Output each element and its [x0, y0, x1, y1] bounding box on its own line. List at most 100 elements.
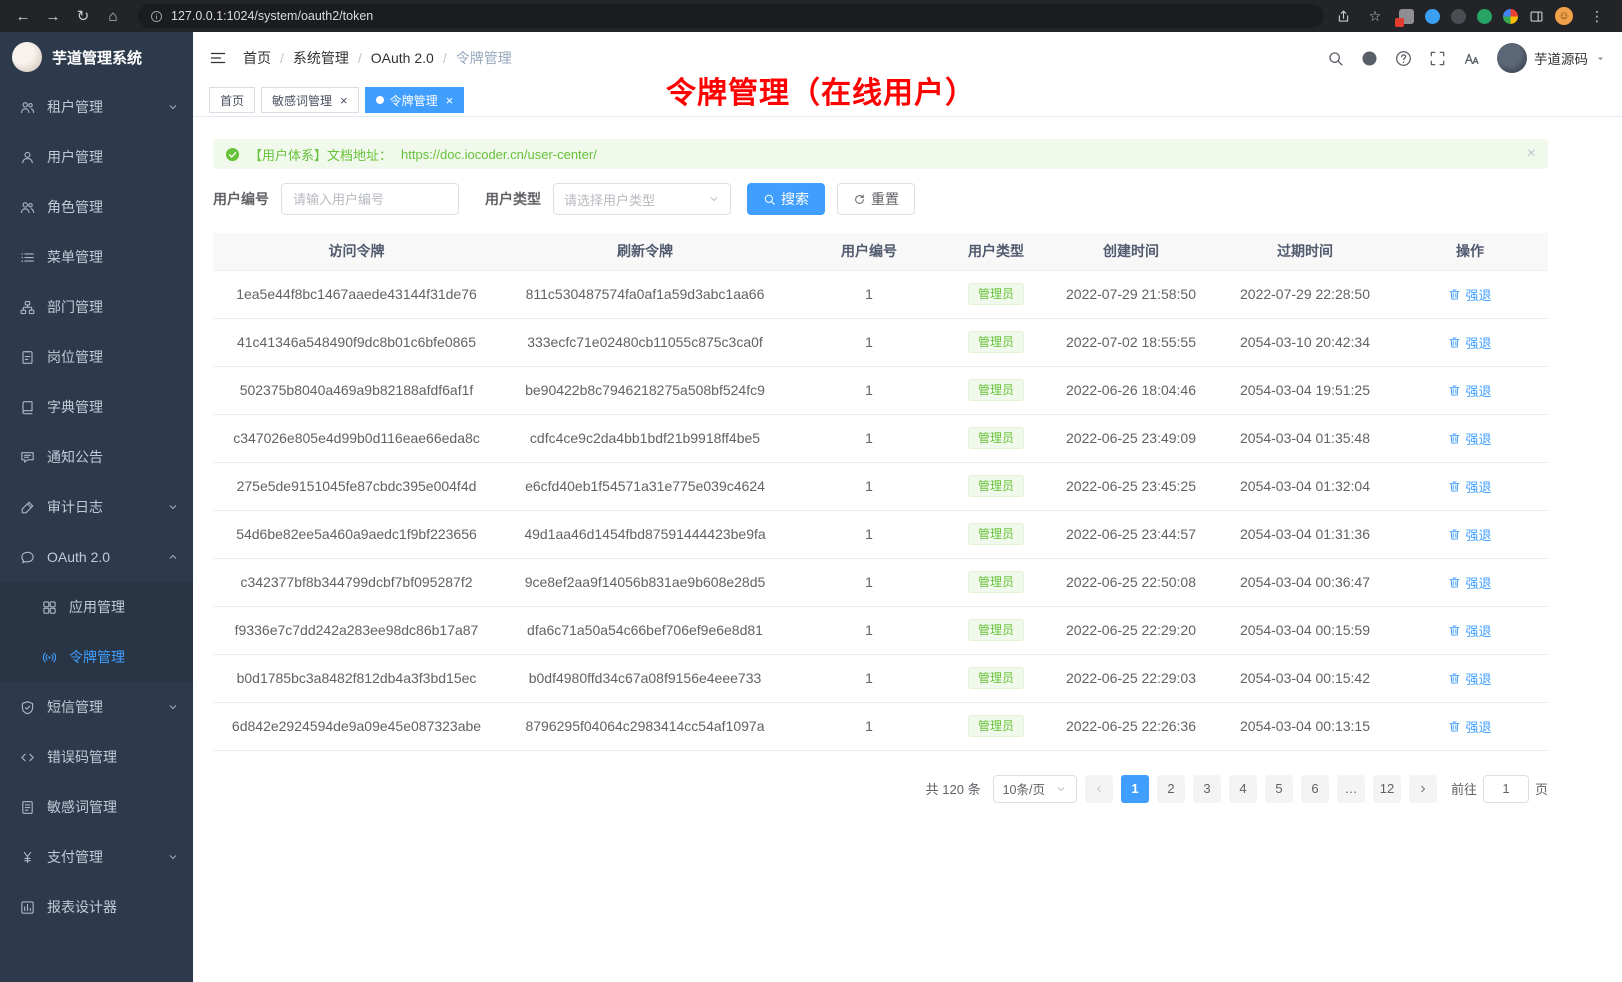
force-logout-button[interactable]: 强退	[1448, 381, 1491, 400]
sidebar-item-oauth-app[interactable]: 应用管理	[0, 582, 193, 632]
page-button-12[interactable]: 12	[1373, 775, 1401, 803]
prev-page-button[interactable]	[1085, 775, 1113, 803]
forward-button[interactable]: →	[40, 4, 66, 28]
sidebar-item-oauth[interactable]: OAuth 2.0	[0, 532, 193, 582]
user-type-select[interactable]: 请选择用户类型	[553, 183, 731, 215]
sidebar-item-label: 菜单管理	[47, 247, 103, 267]
page-button-3[interactable]: 3	[1193, 775, 1221, 803]
fullscreen-icon[interactable]	[1429, 50, 1446, 67]
search-icon[interactable]	[1327, 50, 1344, 67]
sidebar-item-label: 岗位管理	[47, 347, 103, 367]
force-logout-button[interactable]: 强退	[1448, 717, 1491, 736]
sidebar-item-notice[interactable]: 通知公告	[0, 432, 193, 482]
share-icon[interactable]	[1336, 9, 1351, 24]
reset-button[interactable]: 重置	[837, 183, 915, 215]
sidebar-item-role[interactable]: 角色管理	[0, 182, 193, 232]
page-size-select[interactable]: 10条/页	[993, 775, 1077, 803]
user-type-cell: 管理员	[948, 606, 1044, 654]
breadcrumb-item[interactable]: 系统管理	[293, 48, 349, 68]
sidebar-item-audit[interactable]: 审计日志	[0, 482, 193, 532]
sidebar-item-oauth-token[interactable]: 令牌管理	[0, 632, 193, 682]
chevron-left-icon	[1093, 783, 1105, 795]
search-icon	[763, 193, 776, 206]
column-header: 用户编号	[790, 233, 948, 270]
sidebar-item-sms[interactable]: 短信管理	[0, 682, 193, 732]
force-logout-button[interactable]: 强退	[1448, 525, 1491, 544]
sidebar-item-sensitive[interactable]: 敏感词管理	[0, 782, 193, 832]
sidebar-item-user[interactable]: 用户管理	[0, 132, 193, 182]
back-button[interactable]: ←	[10, 4, 36, 28]
user-id-cell: 1	[790, 558, 948, 606]
sidebar-item-pay[interactable]: 支付管理	[0, 832, 193, 882]
sidebar-item-dict[interactable]: 字典管理	[0, 382, 193, 432]
github-icon[interactable]	[1361, 50, 1378, 67]
app-logo[interactable]: 芋道管理系统	[0, 32, 193, 82]
expire-time-cell: 2054-03-04 01:32:04	[1218, 462, 1392, 510]
extension-icon[interactable]	[1503, 9, 1518, 24]
create-time-cell: 2022-06-25 23:44:57	[1044, 510, 1218, 558]
search-button[interactable]: 搜索	[747, 183, 825, 215]
site-info-icon[interactable]	[150, 10, 163, 23]
post-icon	[20, 350, 35, 365]
page-button-4[interactable]: 4	[1229, 775, 1257, 803]
refresh-token-cell: 8796295f04064c2983414cc54af1097a	[500, 702, 790, 750]
extension-badge	[1395, 18, 1404, 27]
browser-profile-avatar[interactable]: ☺	[1555, 7, 1573, 25]
tab-token[interactable]: 令牌管理×	[365, 87, 465, 113]
alert-close-icon[interactable]: ×	[1527, 145, 1536, 163]
sidebar-item-errcode[interactable]: 错误码管理	[0, 732, 193, 782]
tab-close-icon[interactable]: ×	[446, 94, 454, 107]
page-button-1[interactable]: 1	[1121, 775, 1149, 803]
user-menu[interactable]: 芋道源码	[1497, 43, 1606, 73]
more-pages-button[interactable]: …	[1337, 775, 1365, 803]
bookmark-star-icon[interactable]: ☆	[1362, 4, 1388, 28]
sidebar-toggle-icon[interactable]	[1529, 9, 1544, 24]
sidebar-item-tenant[interactable]: 租户管理	[0, 82, 193, 132]
browser-menu-icon[interactable]: ⋮	[1584, 4, 1610, 28]
refresh-token-cell: 333ecfc71e02480cb11055c875c3ca0f	[500, 318, 790, 366]
force-logout-button[interactable]: 强退	[1448, 669, 1491, 688]
force-logout-button[interactable]: 强退	[1448, 429, 1491, 448]
user-id-input[interactable]	[281, 183, 459, 215]
sidebar: 芋道管理系统 租户管理用户管理角色管理菜单管理部门管理岗位管理字典管理通知公告审…	[0, 32, 193, 982]
reload-button[interactable]: ↻	[70, 4, 96, 28]
sidebar-item-menu[interactable]: 菜单管理	[0, 232, 193, 282]
table-row: f9336e7c7dd242a283ee98dc86b17a87dfa6c71a…	[213, 606, 1548, 654]
font-size-icon[interactable]	[1463, 50, 1480, 67]
url-bar[interactable]: 127.0.0.1:1024/system/oauth2/token	[138, 4, 1324, 28]
next-page-button[interactable]	[1409, 775, 1437, 803]
breadcrumb-item[interactable]: OAuth 2.0	[371, 50, 434, 66]
extension-icon[interactable]	[1425, 9, 1440, 24]
extension-icon[interactable]	[1477, 9, 1492, 24]
goto-page-input[interactable]	[1483, 775, 1529, 803]
tab-sensitive-words[interactable]: 敏感词管理×	[261, 87, 359, 113]
sidebar-item-report[interactable]: 报表设计器	[0, 882, 193, 932]
page-content: 【用户体系】文档地址： https://doc.iocoder.cn/user-…	[193, 117, 1622, 982]
user-type-badge: 管理员	[968, 571, 1024, 593]
page-button-2[interactable]: 2	[1157, 775, 1185, 803]
alert-text: 【用户体系】文档地址：	[249, 145, 392, 164]
force-logout-button[interactable]: 强退	[1448, 573, 1491, 592]
extension-icon[interactable]	[1451, 9, 1466, 24]
user-type-cell: 管理员	[948, 366, 1044, 414]
expire-time-cell: 2054-03-04 00:15:42	[1218, 654, 1392, 702]
home-button[interactable]: ⌂	[100, 4, 126, 28]
extension-icon[interactable]	[1399, 9, 1414, 24]
help-icon[interactable]	[1395, 50, 1412, 67]
sidebar-item-post[interactable]: 岗位管理	[0, 332, 193, 382]
force-logout-button[interactable]: 强退	[1448, 333, 1491, 352]
user-id-cell: 1	[790, 654, 948, 702]
sidebar-item-dept[interactable]: 部门管理	[0, 282, 193, 332]
breadcrumb-item[interactable]: 首页	[243, 48, 271, 68]
page-button-5[interactable]: 5	[1265, 775, 1293, 803]
refresh-token-cell: b0df4980ffd34c67a08f9156e4eee733	[500, 654, 790, 702]
alert-link[interactable]: https://doc.iocoder.cn/user-center/	[401, 147, 597, 162]
chev-down-icon	[167, 501, 179, 513]
force-logout-button[interactable]: 强退	[1448, 477, 1491, 496]
force-logout-button[interactable]: 强退	[1448, 621, 1491, 640]
page-button-6[interactable]: 6	[1301, 775, 1329, 803]
tab-home[interactable]: 首页	[209, 87, 255, 113]
tab-close-icon[interactable]: ×	[340, 94, 348, 107]
force-logout-button[interactable]: 强退	[1448, 285, 1491, 304]
collapse-sidebar-icon[interactable]	[209, 49, 227, 67]
